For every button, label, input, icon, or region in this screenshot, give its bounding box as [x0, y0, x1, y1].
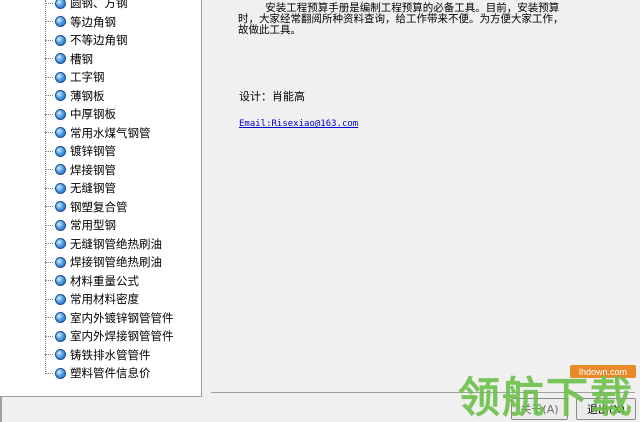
- tree-branch-line: [45, 113, 53, 115]
- ball-node-icon: [55, 201, 66, 212]
- tree-item[interactable]: 常用型钢: [45, 216, 195, 234]
- tree-item[interactable]: 塑料管件信息价: [45, 364, 195, 382]
- tree-item[interactable]: 焊接钢管绝热刷油: [45, 253, 195, 271]
- ball-node-icon: [55, 71, 66, 83]
- tree-item-label: 无缝钢管绝热刷油: [70, 236, 162, 251]
- tree-branch-line: [45, 317, 53, 318]
- tree-item[interactable]: 圆钢、方钢: [45, 0, 195, 12]
- tree-item-label: 室内外镀锌钢管管件: [70, 310, 174, 325]
- ball-node-icon: [55, 53, 66, 64]
- tree-item[interactable]: 常用水煤气钢管: [45, 124, 195, 142]
- about-button[interactable]: 关于(A): [511, 398, 568, 420]
- email-link[interactable]: Email:Risexiao@163.com: [239, 119, 358, 129]
- ball-node-icon: [55, 90, 66, 101]
- tree-item-label: 常用材料密度: [70, 292, 139, 306]
- ball-node-icon: [55, 0, 66, 9]
- tree-item-label: 焊接钢管: [70, 162, 116, 177]
- tree-item-label: 室内外焊接钢管管件: [70, 329, 174, 343]
- tree-item-label: 材料重量公式: [70, 273, 139, 288]
- tree-item[interactable]: 铸铁排水管管件: [45, 346, 195, 364]
- description-text: 安装工程预算手册是编制工程预算的必备工具。目前，安装预算时，大家经常翻阅所种资料…: [238, 2, 564, 36]
- tree-item[interactable]: 镀锌钢管: [45, 142, 195, 160]
- tree-branch-line: [45, 335, 53, 337]
- tree-branch-line: [45, 39, 53, 41]
- tree-item-label: 槽钢: [70, 51, 93, 66]
- ball-node-icon: [55, 367, 66, 379]
- tree-item-label: 塑料管件信息价: [70, 366, 151, 380]
- tree-branch-line: [45, 2, 53, 4]
- tree-item[interactable]: 薄钢板: [45, 87, 195, 105]
- tree-item-label: 焊接钢管绝热刷油: [70, 255, 162, 269]
- tree-branch-line: [45, 354, 53, 355]
- exit-button[interactable]: 退出(X): [576, 398, 636, 420]
- tree-item-label: 常用型钢: [70, 218, 116, 232]
- ball-node-icon: [55, 34, 66, 46]
- tree-item-label: 镀锌钢管: [70, 144, 116, 158]
- ball-node-icon: [55, 275, 66, 286]
- tree-branch-line: [45, 224, 53, 226]
- tree-item[interactable]: 无缝钢管: [45, 179, 195, 197]
- ball-node-icon: [55, 256, 66, 268]
- tree-branch-line: [45, 76, 53, 78]
- ball-node-icon: [55, 16, 66, 27]
- ball-node-icon: [55, 182, 66, 194]
- tree-item[interactable]: 槽钢: [45, 50, 195, 68]
- tree-branch-line: [45, 150, 53, 152]
- ball-node-icon: [55, 330, 66, 342]
- tree-branch-line: [45, 132, 53, 133]
- ball-node-icon: [55, 219, 66, 231]
- tree-branch-line: [45, 298, 53, 300]
- tree-branch-line: [45, 206, 53, 207]
- tree-item-label: 等边角钢: [70, 14, 116, 29]
- tree-branch-line: [45, 372, 53, 374]
- tree-branch-line: [45, 261, 53, 263]
- info-panel-border: [211, 392, 635, 393]
- tree-branch-line: [45, 58, 53, 59]
- tree-item[interactable]: 焊接钢管: [45, 161, 195, 179]
- tree-branch-line: [45, 95, 53, 96]
- tree-item[interactable]: 等边角钢: [45, 13, 195, 31]
- tree-item-label: 圆钢、方钢: [70, 0, 128, 10]
- tree-branch-line: [45, 280, 53, 281]
- tree-item-label: 中厚钢板: [70, 107, 116, 121]
- tree-item-label: 不等边角钢: [70, 33, 128, 47]
- tree-item[interactable]: 钢塑复合管: [45, 198, 195, 216]
- ball-node-icon: [55, 312, 66, 323]
- ball-node-icon: [55, 349, 66, 360]
- tree-item-label: 钢塑复合管: [70, 199, 128, 214]
- tree-branch-line: [45, 243, 53, 244]
- tree-item-label: 无缝钢管: [70, 181, 116, 195]
- tree-item-label: 常用水煤气钢管: [70, 125, 151, 140]
- tree-branch-line: [45, 21, 53, 22]
- ball-node-icon: [55, 145, 66, 157]
- tree-item[interactable]: 无缝钢管绝热刷油: [45, 235, 195, 253]
- tree-item[interactable]: 中厚钢板: [45, 105, 195, 123]
- tree-item-label: 铸铁排水管管件: [70, 347, 151, 362]
- tree-item[interactable]: 常用材料密度: [45, 290, 195, 308]
- info-panel: [211, 0, 635, 392]
- tree-item[interactable]: 不等边角钢: [45, 31, 195, 49]
- category-tree: 圆钢、方钢等边角钢不等边角钢槽钢工字钢薄钢板中厚钢板常用水煤气钢管 镀锌钢管焊接钢…: [0, 0, 202, 397]
- ball-node-icon: [55, 293, 66, 305]
- tree-branch-line: [45, 187, 53, 189]
- tree-item[interactable]: 室内外镀锌钢管管件: [45, 309, 195, 327]
- tree-item[interactable]: 室内外焊接钢管管件: [45, 327, 195, 345]
- tree-item-label: 薄钢板: [70, 88, 105, 103]
- ball-node-icon: [55, 238, 66, 249]
- tree-item-label: 工字钢: [70, 70, 105, 84]
- ball-node-icon: [55, 164, 66, 175]
- tree-item[interactable]: 材料重量公式: [45, 272, 195, 290]
- ball-node-icon: [55, 127, 66, 138]
- window-edge: [0, 396, 2, 422]
- tree-item[interactable]: 工字钢: [45, 68, 195, 86]
- designer-credit: 设计：肖能高: [239, 90, 305, 103]
- ball-node-icon: [55, 108, 66, 120]
- tree-branch-line: [45, 169, 53, 170]
